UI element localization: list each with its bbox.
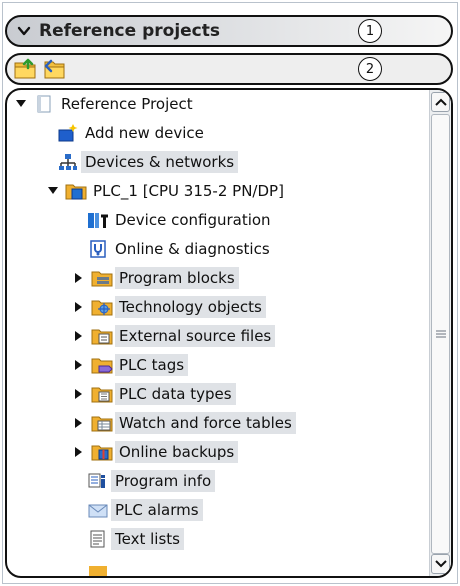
scroll-up-button[interactable] <box>431 92 450 112</box>
callout-1: 1 <box>358 19 382 43</box>
plc-alarms-icon <box>87 500 109 520</box>
vertical-scrollbar[interactable] <box>429 90 451 576</box>
tree-item-text-lists[interactable]: Text lists <box>87 525 184 553</box>
project-tree-panel: Reference Project Add new device Devices… <box>5 88 453 578</box>
pane-title: Reference projects <box>39 21 220 41</box>
tree-item-online-diagnostics[interactable]: Online & diagnostics <box>87 235 274 263</box>
network-icon <box>57 152 79 172</box>
technology-objects-icon <box>91 297 113 317</box>
chevron-down-icon[interactable] <box>13 20 35 42</box>
scrollbar-thumb[interactable] <box>431 114 450 554</box>
open-reference-project-icon[interactable] <box>13 57 39 81</box>
external-source-icon <box>91 326 113 346</box>
tree-item-plc-tags[interactable]: PLC tags <box>73 351 189 379</box>
project-icon <box>33 94 55 114</box>
expand-arrow-icon[interactable] <box>47 185 59 197</box>
plc-tags-icon <box>91 355 113 375</box>
folder-icon <box>87 562 109 576</box>
add-device-icon <box>57 123 79 143</box>
tree-item-plc-1[interactable]: PLC_1 [CPU 315-2 PN/DP] <box>47 177 288 205</box>
plc-icon <box>65 181 87 201</box>
program-blocks-icon <box>91 268 113 288</box>
tree-item-program-blocks[interactable]: Program blocks <box>73 264 239 292</box>
tree-item-plc-data-types[interactable]: PLC data types <box>73 380 236 408</box>
tree-item-reference-project[interactable]: Reference Project <box>15 90 197 118</box>
tree-item-add-new-device[interactable]: Add new device <box>57 119 208 147</box>
expand-arrow-icon[interactable] <box>15 98 27 110</box>
tree-item-plc-alarms[interactable]: PLC alarms <box>87 496 203 524</box>
online-backups-icon <box>91 442 113 462</box>
expand-arrow-right-icon[interactable] <box>73 446 85 458</box>
scroll-down-button[interactable] <box>431 554 450 574</box>
expand-arrow-right-icon[interactable] <box>73 272 85 284</box>
tree-item-external-source-files[interactable]: External source files <box>73 322 276 350</box>
tree-item-devices-networks[interactable]: Devices & networks <box>57 148 239 176</box>
tree-item-watch-force-tables[interactable]: Watch and force tables <box>73 409 296 437</box>
callout-2: 2 <box>358 57 382 81</box>
diagnostics-icon <box>87 239 109 259</box>
text-lists-icon <box>87 529 109 549</box>
close-reference-project-icon[interactable] <box>41 57 67 81</box>
reference-projects-header[interactable]: Reference projects <box>5 15 453 47</box>
project-tree: Reference Project Add new device Devices… <box>7 90 431 576</box>
plc-data-types-icon <box>91 384 113 404</box>
expand-arrow-right-icon[interactable] <box>73 388 85 400</box>
tree-item-device-configuration[interactable]: Device configuration <box>87 206 275 234</box>
expand-arrow-right-icon[interactable] <box>73 301 85 313</box>
watch-tables-icon <box>91 413 113 433</box>
device-config-icon <box>87 210 109 230</box>
tree-item-program-info[interactable]: Program info <box>87 467 216 495</box>
expand-arrow-right-icon[interactable] <box>73 417 85 429</box>
reference-projects-toolbar <box>5 53 453 85</box>
expand-arrow-right-icon[interactable] <box>73 330 85 342</box>
tree-item-online-backups[interactable]: Online backups <box>73 438 239 466</box>
expand-arrow-right-icon[interactable] <box>73 359 85 371</box>
tree-item-technology-objects[interactable]: Technology objects <box>73 293 266 321</box>
tree-item-partial <box>87 558 111 576</box>
program-info-icon <box>87 471 109 491</box>
